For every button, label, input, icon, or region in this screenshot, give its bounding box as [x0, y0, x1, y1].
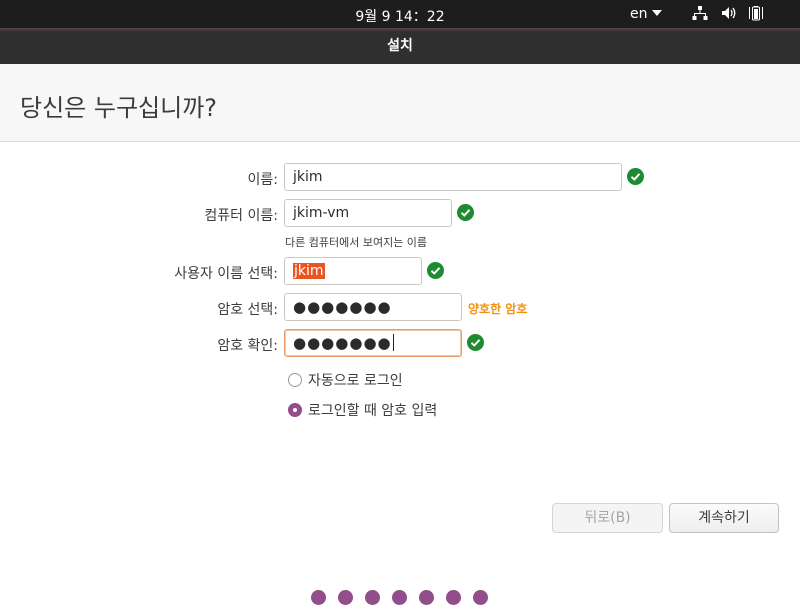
window-title: 설치: [387, 38, 413, 54]
text-cursor: [392, 334, 394, 351]
require-password-label: 로그인할 때 암호 입력: [308, 403, 438, 419]
checkmark-icon: [467, 334, 484, 351]
language-label: en: [630, 6, 648, 22]
name-value: jkim: [293, 169, 323, 185]
window-title-bar: 설치: [0, 28, 800, 64]
username-value: jkim: [293, 263, 325, 279]
clock[interactable]: 9월 9 14：22: [0, 6, 800, 26]
username-label: 사용자 이름 선택:: [174, 266, 278, 282]
password-input[interactable]: ●●●●●●●: [284, 293, 462, 321]
auto-login-option[interactable]: 자동으로 로그인: [288, 370, 403, 390]
password-value: ●●●●●●●: [293, 298, 392, 316]
progress-step: [419, 590, 434, 605]
continue-button[interactable]: 계속하기: [669, 503, 779, 533]
network-icon: [692, 6, 708, 20]
progress-step: [392, 590, 407, 605]
progress-step: [446, 590, 461, 605]
chevron-down-icon: [651, 10, 662, 16]
progress-step: [473, 590, 488, 605]
computer-name-label: 컴퓨터 이름:: [204, 208, 278, 224]
computer-name-value: jkim-vm: [293, 205, 350, 221]
page-title: 당신은 누구십니까?: [20, 94, 218, 122]
checkmark-icon: [627, 168, 644, 185]
radio-button[interactable]: [288, 373, 302, 387]
name-input[interactable]: jkim: [284, 163, 622, 191]
confirm-password-value: ●●●●●●●: [293, 334, 392, 352]
username-input[interactable]: jkim: [284, 257, 422, 285]
radio-button-selected[interactable]: [288, 403, 302, 417]
confirm-password-input[interactable]: ●●●●●●●: [284, 329, 462, 357]
checkmark-icon: [457, 204, 474, 221]
progress-step: [338, 590, 353, 605]
battery-icon: [749, 6, 763, 21]
page-header: 당신은 누구십니까?: [0, 64, 800, 142]
checkmark-icon: [427, 262, 444, 279]
require-password-option[interactable]: 로그인할 때 암호 입력: [288, 400, 437, 420]
top-bar: 9월 9 14：22 en: [0, 0, 800, 28]
volume-icon: [722, 7, 736, 19]
name-label: 이름:: [247, 172, 278, 188]
confirm-password-label: 암호 확인:: [217, 338, 278, 354]
auto-login-label: 자동으로 로그인: [308, 373, 403, 389]
computer-name-input[interactable]: jkim-vm: [284, 199, 452, 227]
back-button[interactable]: 뒤로(B): [552, 503, 663, 533]
language-indicator[interactable]: en: [630, 6, 662, 22]
progress-step: [365, 590, 380, 605]
progress-step: [311, 590, 326, 605]
computer-name-hint: 다른 컴퓨터에서 보여지는 이름: [285, 236, 428, 249]
password-strength: 양호한 암호: [468, 302, 528, 316]
password-label: 암호 선택:: [217, 302, 278, 318]
